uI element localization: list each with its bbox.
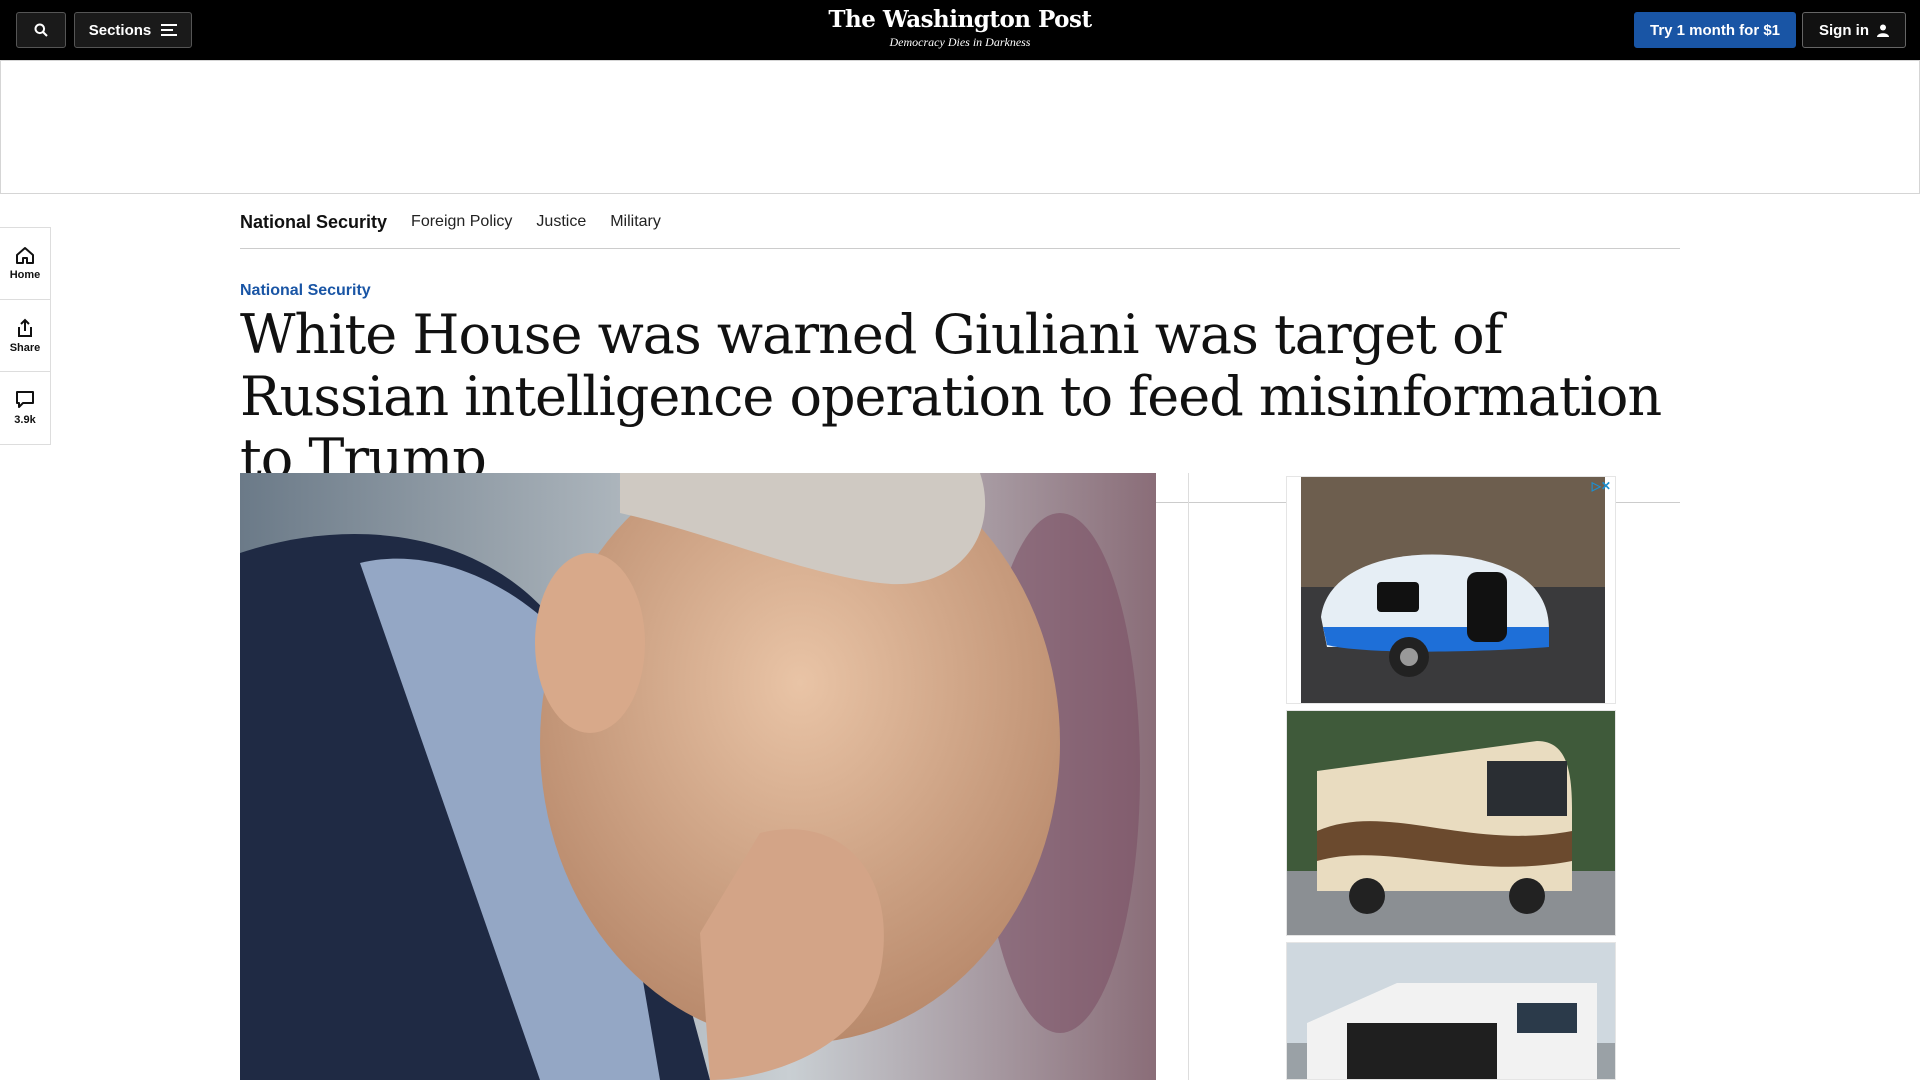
subnav-link-foreign-policy[interactable]: Foreign Policy	[411, 213, 512, 231]
sections-button[interactable]: Sections	[74, 12, 192, 48]
article-hero-image[interactable]	[240, 473, 1156, 1080]
rail-share-label: Share	[9, 341, 41, 354]
ad-image-teardrop-trailer	[1301, 477, 1605, 703]
sidebar-ad-travel-trailer[interactable]	[1286, 942, 1616, 1080]
rail-comments-button[interactable]: 3.9k	[0, 372, 50, 444]
rail-home-button[interactable]: Home	[0, 228, 50, 300]
logo-title: The Washington Post	[828, 6, 1092, 33]
home-icon	[16, 247, 34, 264]
rail-share-button[interactable]: Share	[0, 300, 50, 372]
logo-tagline: Democracy Dies in Darkness	[889, 35, 1031, 49]
top-navigation-bar: Sections The Washington Post Democracy D…	[0, 0, 1920, 60]
top-ad-banner	[0, 60, 1920, 194]
sidebar-ad-motorhome[interactable]	[1286, 710, 1616, 936]
menu-icon	[161, 24, 178, 36]
ad-choices-icon[interactable]: ▷✕	[1592, 479, 1611, 493]
subscribe-trial-button[interactable]: Try 1 month for $1	[1634, 12, 1796, 48]
rail-home-label: Home	[9, 269, 41, 281]
sign-in-label: Sign in	[1819, 21, 1869, 39]
subnav-link-justice[interactable]: Justice	[536, 213, 586, 231]
search-icon	[34, 23, 48, 37]
share-icon	[18, 318, 32, 337]
comments-count: 3.9k	[14, 414, 36, 426]
sign-in-button[interactable]: Sign in	[1802, 12, 1906, 48]
subnav-section-title[interactable]: National Security	[240, 212, 387, 233]
site-logo[interactable]: The Washington Post Democracy Dies in Da…	[760, 6, 1160, 50]
comment-icon	[16, 391, 34, 408]
article-kicker[interactable]: National Security	[240, 282, 371, 300]
hero-photo	[240, 473, 1156, 1080]
column-divider	[1188, 473, 1189, 1080]
sidebar-ad-trailer[interactable]: ▷✕	[1286, 476, 1616, 704]
section-subnav: National Security Foreign Policy Justice…	[240, 196, 1680, 249]
user-icon	[1877, 24, 1889, 37]
subnav-link-military[interactable]: Military	[610, 213, 661, 231]
search-button[interactable]	[16, 12, 66, 48]
ad-image-motorhome	[1287, 711, 1615, 935]
ad-image-travel-trailer	[1287, 943, 1615, 1079]
sections-label: Sections	[88, 21, 152, 39]
left-action-rail: Home Share 3.9k	[0, 227, 51, 445]
